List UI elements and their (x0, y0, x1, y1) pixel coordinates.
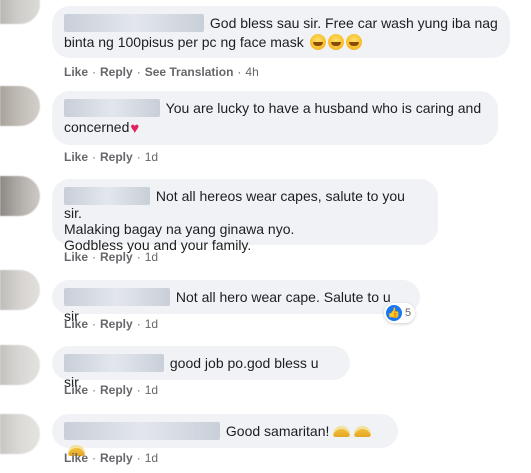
avatar[interactable] (0, 0, 40, 24)
commenter-name[interactable] (64, 354, 164, 372)
like-link[interactable]: Like (64, 65, 88, 79)
grinning-squinting-face-emoji (345, 34, 362, 50)
taco-emoji (354, 426, 372, 437)
reply-link[interactable]: Reply (100, 451, 133, 465)
comment-actions: Like · Reply · 1d (64, 317, 158, 331)
timestamp[interactable]: 1d (145, 150, 158, 164)
commenter-name[interactable] (64, 187, 150, 205)
like-link[interactable]: Like (64, 250, 88, 264)
comment-bubble: good job po.god bless u sir. (52, 346, 350, 390)
comment-bubble: You are lucky to have a husband who is c… (52, 91, 498, 145)
like-link[interactable]: Like (64, 451, 88, 465)
grinning-squinting-face-emoji (309, 34, 326, 50)
separator: · (92, 250, 97, 264)
see-translation-link[interactable]: See Translation (145, 65, 234, 79)
comment-bubble: God bless sau sir. Free car wash yung ib… (52, 6, 510, 58)
comment-actions: Like · Reply · 1d (64, 150, 158, 164)
like-link[interactable]: Like (64, 150, 88, 164)
timestamp[interactable]: 1d (145, 383, 158, 397)
reaction-count: 5 (405, 307, 412, 319)
separator: · (136, 250, 141, 264)
comment-text-line: concerned (64, 119, 130, 135)
comment-text-line: Good samaritan! (225, 423, 330, 439)
separator: · (237, 65, 242, 79)
separator: · (136, 65, 141, 79)
avatar[interactable] (0, 86, 40, 126)
commenter-name[interactable] (64, 288, 170, 306)
separator: · (92, 383, 97, 397)
avatar[interactable] (0, 414, 40, 454)
reply-link[interactable]: Reply (100, 65, 133, 79)
comment-text-line: binta ng 100pisus per pc ng face mask (64, 34, 304, 50)
separator: · (92, 65, 97, 79)
separator: · (136, 451, 141, 465)
comment-bubble: Good samaritan! (52, 414, 398, 456)
comment-actions: Like · Reply · 1d (64, 383, 158, 397)
separator: · (92, 150, 97, 164)
avatar[interactable] (0, 176, 40, 216)
commenter-name[interactable] (64, 99, 160, 117)
like-link[interactable]: Like (64, 317, 88, 331)
red-heart-emoji: ♥ (130, 120, 140, 137)
comment-text-line: God bless sau sir. Free car wash yung ib… (209, 15, 498, 31)
commenter-name[interactable] (64, 422, 220, 440)
separator: · (92, 317, 97, 331)
commenter-name[interactable] (64, 14, 204, 32)
comment-actions: Like · Reply · 1d (64, 451, 158, 465)
reply-link[interactable]: Reply (100, 250, 133, 264)
timestamp[interactable]: 1d (145, 250, 158, 264)
thumbs-up-icon: 👍 (386, 305, 402, 321)
reply-link[interactable]: Reply (100, 150, 133, 164)
like-link[interactable]: Like (64, 383, 88, 397)
comment-actions: Like · Reply · See Translation · 4h (64, 65, 259, 79)
comment-actions: Like · Reply · 1d (64, 250, 158, 264)
comment-bubble: Not all hereos wear capes, salute to you… (52, 179, 438, 253)
comment-bubble: Not all hero wear cape. Salute to u sir (52, 280, 420, 324)
separator: · (136, 150, 141, 164)
comment-text-line: You are lucky to have a husband who is c… (165, 100, 482, 116)
separator: · (136, 317, 141, 331)
avatar[interactable] (0, 270, 40, 310)
separator: · (136, 383, 141, 397)
reply-link[interactable]: Reply (100, 317, 133, 331)
timestamp[interactable]: 1d (145, 317, 158, 331)
reply-link[interactable]: Reply (100, 383, 133, 397)
separator: · (92, 451, 97, 465)
reaction-summary[interactable]: 👍 5 (384, 303, 416, 323)
timestamp[interactable]: 4h (245, 65, 258, 79)
taco-emoji (333, 426, 351, 437)
avatar[interactable] (0, 345, 40, 385)
grinning-squinting-face-emoji (327, 34, 344, 50)
timestamp[interactable]: 1d (145, 451, 158, 465)
comment-text-line: Malaking bagay na yang ginawa nyo. (64, 221, 295, 237)
